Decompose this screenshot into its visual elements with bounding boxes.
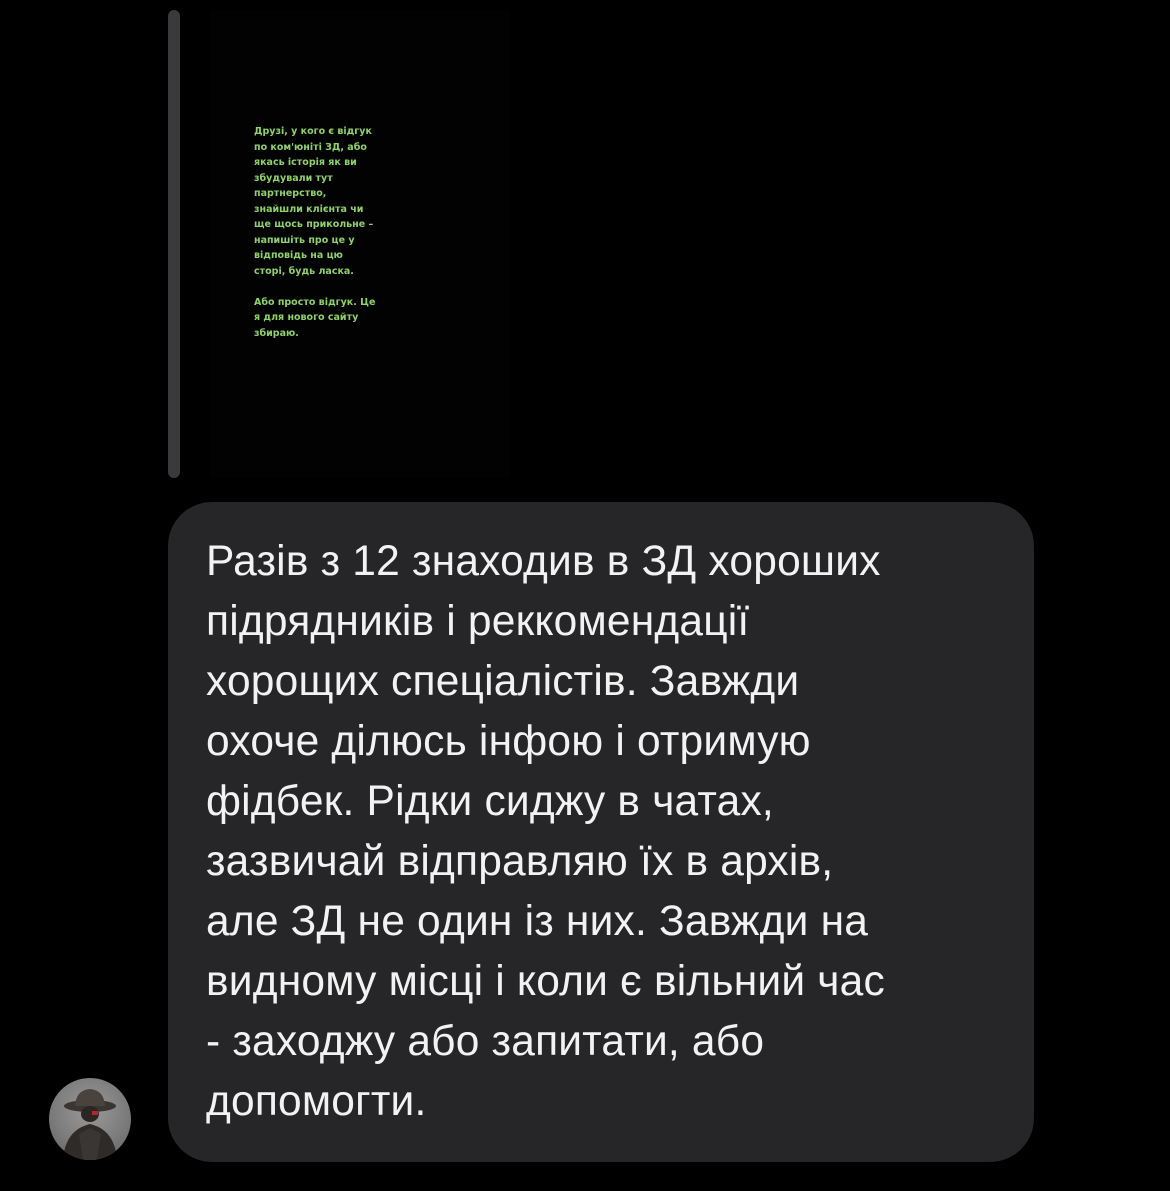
replied-story-preview[interactable]: Друзі, у кого є відгук по ком'юніті ЗД, … [210, 10, 510, 478]
message-bubble[interactable]: Разів з 12 знаходив в ЗД хороших підрядн… [168, 502, 1034, 1162]
person-in-hat-avatar-icon [63, 1089, 117, 1160]
sender-avatar[interactable] [49, 1078, 131, 1160]
reply-indicator-bar [168, 10, 180, 478]
story-text: Друзі, у кого є відгук по ком'юніті ЗД, … [254, 126, 376, 339]
message-text: Разів з 12 знаходив в ЗД хороших підрядн… [206, 538, 885, 1125]
